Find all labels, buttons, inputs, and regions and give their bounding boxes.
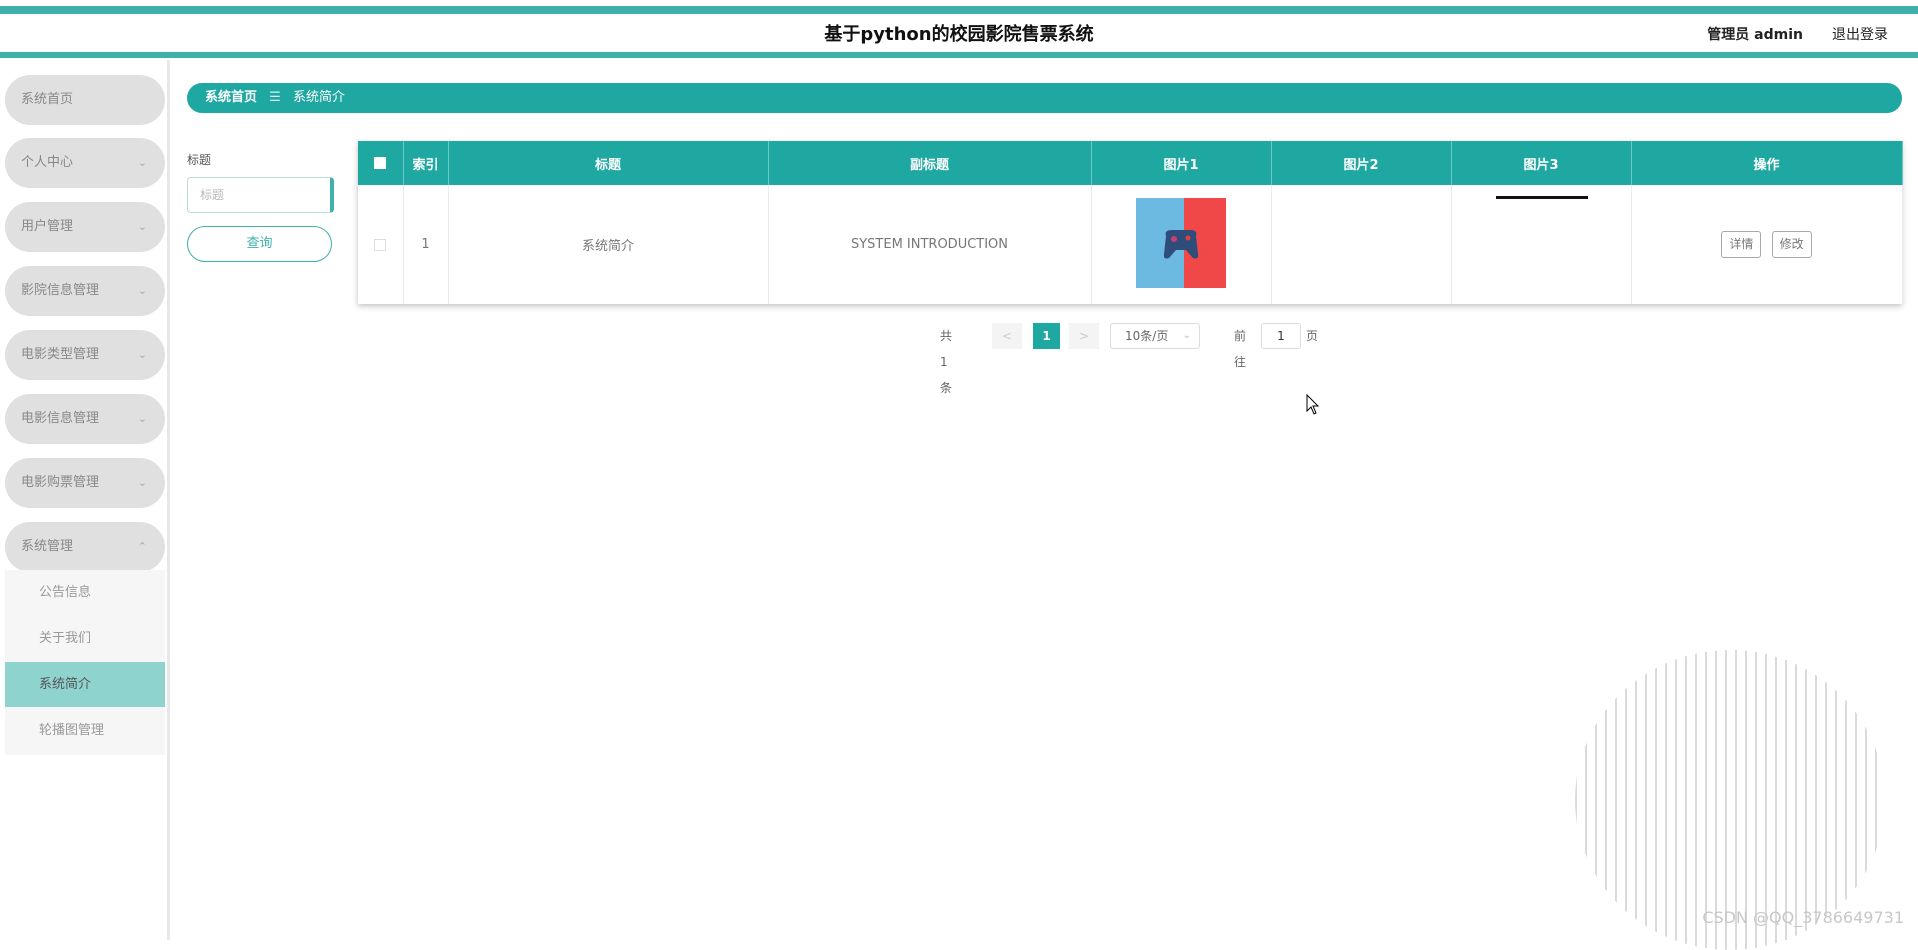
chevron-down-icon: ⌄	[137, 284, 147, 297]
next-page-button[interactable]: >	[1069, 323, 1099, 349]
table-header-row: 索引 标题 副标题 图片1 图片2 图片3 操作	[358, 141, 1903, 185]
sidebar-item-movie-info[interactable]: 电影信息管理 ⌄	[5, 394, 165, 444]
prev-page-button[interactable]: <	[992, 323, 1022, 349]
sidebar-item-cinema-info[interactable]: 影院信息管理 ⌄	[5, 266, 165, 316]
breadcrumb-separator-icon: ☰	[269, 90, 281, 105]
column-header-index: 索引	[403, 141, 449, 185]
gamepad-icon	[1163, 229, 1199, 258]
sidebar: 系统首页 个人中心 ⌄ 用户管理 ⌄ 影院信息管理 ⌄ 电影类型管理 ⌄ 电影信…	[0, 60, 170, 940]
row-index: 1	[403, 185, 449, 304]
search-title-input[interactable]	[187, 177, 334, 213]
row-image3-cell	[1451, 185, 1632, 304]
chevron-down-icon: ⌄	[137, 348, 147, 361]
line-thumbnail-image[interactable]	[1495, 196, 1588, 199]
sidebar-item-ticket-purchase[interactable]: 电影购票管理 ⌄	[5, 458, 165, 508]
column-header-image1: 图片1	[1091, 141, 1272, 185]
app-header: 基于python的校园影院售票系统 管理员 admin 退出登录	[0, 0, 1918, 60]
sidebar-item-label: 用户管理	[21, 219, 74, 234]
detail-button[interactable]: 详情	[1721, 231, 1762, 258]
app-title: 基于python的校园影院售票系统	[824, 24, 1094, 45]
column-header-actions: 操作	[1631, 141, 1903, 185]
sidebar-item-label: 电影信息管理	[21, 411, 100, 426]
sidebar-subitem-system-intro[interactable]: 系统简介	[5, 662, 165, 707]
header-accent-bar-bottom	[0, 52, 1918, 58]
page-size-value: 10条/页	[1125, 329, 1169, 343]
search-button[interactable]: 查询	[187, 226, 332, 262]
sidebar-item-label: 影院信息管理	[21, 283, 100, 298]
pagination-total: 共 1 条	[940, 329, 953, 395]
goto-unit: 页	[1306, 329, 1319, 343]
sidebar-item-label: 电影购票管理	[21, 475, 100, 490]
decorative-striped-circle	[1575, 650, 1885, 950]
mouse-cursor-icon	[1306, 394, 1320, 415]
chevron-up-icon: ⌃	[137, 540, 147, 553]
sidebar-item-label: 系统管理	[21, 539, 74, 554]
header-accent-bar	[0, 6, 1918, 14]
sidebar-item-user-management[interactable]: 用户管理 ⌄	[5, 202, 165, 252]
sidebar-subitem-notice[interactable]: 公告信息	[5, 570, 165, 615]
row-image2-cell	[1271, 185, 1452, 304]
page-size-select[interactable]: 10条/页 ⌄	[1110, 323, 1200, 349]
row-image1-cell	[1091, 185, 1272, 304]
row-actions-cell: 详情 修改	[1631, 185, 1903, 304]
select-all-checkbox[interactable]	[374, 157, 387, 169]
gamepad-thumbnail-image[interactable]	[1136, 197, 1226, 288]
sidebar-item-movie-type[interactable]: 电影类型管理 ⌄	[5, 330, 165, 380]
breadcrumb-home[interactable]: 系统首页	[205, 90, 257, 105]
sidebar-item-system-management[interactable]: 系统管理 ⌃	[5, 522, 165, 572]
sidebar-item-personal-center[interactable]: 个人中心 ⌄	[5, 138, 165, 188]
chevron-down-icon: ⌄	[137, 412, 147, 425]
goto-page-input[interactable]	[1261, 323, 1301, 349]
sidebar-item-label: 电影类型管理	[21, 347, 100, 362]
current-user-label: 管理员 admin	[1707, 27, 1803, 43]
search-title-label: 标题	[187, 153, 212, 167]
system-management-submenu: 公告信息 关于我们 系统简介 轮播图管理	[5, 570, 165, 755]
logout-link[interactable]: 退出登录	[1832, 24, 1888, 44]
column-header-image2: 图片2	[1271, 141, 1452, 185]
chevron-down-icon: ⌄	[137, 220, 147, 233]
select-all-cell	[358, 141, 404, 185]
row-title: 系统简介	[448, 185, 769, 304]
page-number-button[interactable]: 1	[1033, 323, 1060, 349]
row-subtitle: SYSTEM INTRODUCTION	[768, 185, 1092, 304]
edit-button[interactable]: 修改	[1771, 231, 1812, 258]
column-header-image3: 图片3	[1451, 141, 1632, 185]
row-checkbox[interactable]	[374, 238, 387, 251]
breadcrumb: 系统首页 ☰ 系统简介	[187, 83, 1902, 113]
sidebar-item-label: 个人中心	[21, 155, 74, 170]
watermark-text: CSDN @QQ_3786649731	[1702, 908, 1904, 927]
sidebar-subitem-about-us[interactable]: 关于我们	[5, 616, 165, 661]
goto-label: 前往	[1234, 329, 1247, 369]
chevron-down-icon: ⌄	[137, 156, 147, 169]
table-row: 1 系统简介 SYSTEM INTRODUCTION 详情 修改	[358, 185, 1903, 304]
chevron-down-icon: ⌄	[137, 476, 147, 489]
sidebar-item-home[interactable]: 系统首页	[5, 75, 165, 125]
breadcrumb-current: 系统简介	[292, 90, 345, 105]
row-select-cell	[358, 185, 404, 304]
column-header-title: 标题	[448, 141, 769, 185]
chevron-down-icon: ⌄	[1182, 330, 1191, 341]
sidebar-item-label: 系统首页	[21, 92, 74, 107]
column-header-subtitle: 副标题	[768, 141, 1092, 185]
data-table: 索引 标题 副标题 图片1 图片2 图片3 操作 1 系统简介 SYSTEM I…	[358, 141, 1903, 304]
sidebar-subitem-carousel[interactable]: 轮播图管理	[5, 708, 165, 753]
